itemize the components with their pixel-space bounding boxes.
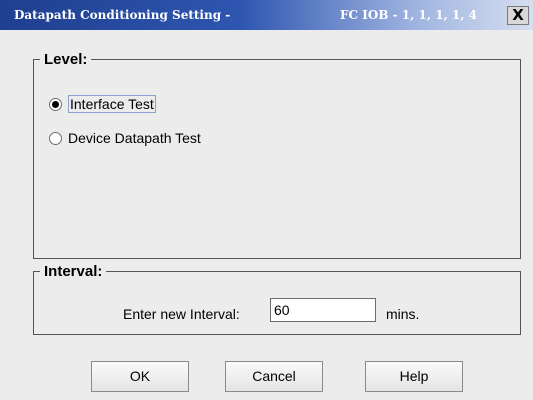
radio-device-datapath-test[interactable]: Device Datapath Test [49, 128, 201, 148]
radio-interface-test[interactable]: Interface Test [49, 94, 156, 114]
interval-legend: Interval: [44, 263, 103, 280]
radio-label-device-datapath-test: Device Datapath Test [68, 130, 201, 146]
interval-unit: mins. [386, 306, 420, 322]
window-subtitle: FC IOB - 1, 1, 1, 1, 4 [340, 8, 477, 22]
interval-label: Enter new Interval: [123, 306, 240, 322]
close-button[interactable]: X [507, 6, 529, 25]
ok-button[interactable]: OK [91, 361, 189, 392]
level-legend: Level: [44, 51, 88, 68]
radio-label-interface-test: Interface Test [68, 95, 156, 113]
title-bar: Datapath Conditioning Setting - FC IOB -… [0, 0, 533, 30]
radio-checked-icon[interactable] [49, 97, 62, 111]
radio-unchecked-icon[interactable] [49, 131, 62, 145]
level-group: Level: [33, 51, 521, 259]
help-button[interactable]: Help [365, 361, 463, 392]
window-title: Datapath Conditioning Setting - [14, 8, 231, 22]
interval-input[interactable] [270, 298, 376, 322]
cancel-button[interactable]: Cancel [225, 361, 323, 392]
